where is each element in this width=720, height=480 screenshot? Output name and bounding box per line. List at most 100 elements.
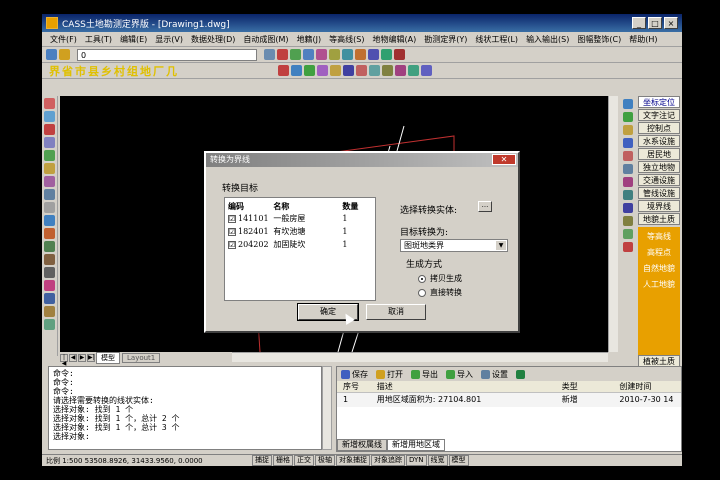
- horizontal-scrollbar[interactable]: [232, 352, 608, 362]
- measure-icon[interactable]: [355, 49, 366, 60]
- close-button[interactable]: ×: [664, 17, 678, 29]
- dialog-close-button[interactable]: ✕: [492, 154, 516, 165]
- tree-item-contour[interactable]: 等高线: [638, 229, 680, 245]
- browse-button[interactable]: ...: [478, 201, 492, 212]
- radio-copy[interactable]: [418, 274, 426, 283]
- menu-linear[interactable]: 线状工程(L): [471, 34, 522, 45]
- btn-water[interactable]: 水系设施: [638, 135, 680, 147]
- maximize-button[interactable]: □: [648, 17, 662, 29]
- nav-last[interactable]: ▶|: [87, 354, 95, 362]
- settings-tool[interactable]: 设置: [481, 369, 508, 380]
- vertical-scrollbar[interactable]: [608, 96, 618, 352]
- save-tool[interactable]: 保存: [341, 369, 368, 380]
- match-icon[interactable]: [381, 49, 392, 60]
- row-checkbox[interactable]: ☑: [228, 214, 236, 223]
- cad-char[interactable]: 市: [75, 63, 86, 79]
- move-icon[interactable]: [44, 150, 55, 161]
- select-icon[interactable]: [44, 111, 55, 122]
- export-tool[interactable]: 导出: [411, 369, 438, 380]
- tree-item-artificial[interactable]: 人工地貌: [638, 277, 680, 293]
- save-icon[interactable]: [264, 49, 275, 60]
- road-icon[interactable]: [623, 177, 633, 187]
- bulb-icon[interactable]: [59, 49, 70, 60]
- boundary-icon[interactable]: [623, 203, 633, 213]
- menu-cadastre[interactable]: 地籍(J): [293, 34, 326, 45]
- extend-icon[interactable]: [44, 241, 55, 252]
- contour-icon[interactable]: [623, 229, 633, 239]
- minimize-button[interactable]: _: [632, 17, 646, 29]
- status-polar[interactable]: 极轴: [315, 455, 335, 466]
- status-osnap[interactable]: 对象捕捉: [336, 455, 370, 466]
- erase-icon[interactable]: [394, 49, 405, 60]
- tab-ownership-line[interactable]: 新增权属线: [337, 439, 387, 451]
- menu-feature-edit[interactable]: 地物编辑(A): [369, 34, 421, 45]
- grid-icon[interactable]: [342, 49, 353, 60]
- copy-icon[interactable]: [44, 137, 55, 148]
- cad-char[interactable]: 界: [49, 63, 60, 79]
- text-note-icon[interactable]: [623, 112, 633, 122]
- terrain-icon[interactable]: [623, 216, 633, 226]
- tab-land-area[interactable]: 新增用地区域: [387, 439, 445, 451]
- redo-icon[interactable]: [329, 49, 340, 60]
- btn-transport[interactable]: 交通设施: [638, 174, 680, 186]
- layer-props-icon[interactable]: [368, 49, 379, 60]
- cad-char[interactable]: 村: [114, 63, 125, 79]
- menu-contour[interactable]: 等高线(S): [325, 34, 368, 45]
- edit-node-icon[interactable]: [304, 65, 315, 76]
- open-tool[interactable]: 打开: [376, 369, 403, 380]
- heavy-icon[interactable]: [44, 124, 55, 135]
- target-type-select[interactable]: 图斑地类界 ▼: [400, 239, 508, 252]
- feature-icon[interactable]: [623, 164, 633, 174]
- nav-first[interactable]: |◀: [60, 354, 68, 367]
- rotate-icon[interactable]: [44, 163, 55, 174]
- dimension-icon[interactable]: [408, 65, 419, 76]
- scale-icon[interactable]: [44, 176, 55, 187]
- menu-survey[interactable]: 勘测定界(Y): [420, 34, 471, 45]
- btn-landform[interactable]: 地貌土质: [638, 213, 680, 225]
- house-icon[interactable]: [623, 151, 633, 161]
- point-icon[interactable]: [382, 65, 393, 76]
- array-icon[interactable]: [44, 202, 55, 213]
- stretch-icon[interactable]: [44, 306, 55, 317]
- status-grid[interactable]: 栅格: [273, 455, 293, 466]
- lengthen-icon[interactable]: [44, 319, 55, 330]
- green-tool[interactable]: [516, 369, 527, 379]
- fill-icon[interactable]: [317, 65, 328, 76]
- import-tool[interactable]: 导入: [446, 369, 473, 380]
- undo-icon[interactable]: [316, 49, 327, 60]
- zoom-icon[interactable]: [290, 49, 301, 60]
- btn-independent-feature[interactable]: 独立地物: [638, 161, 680, 173]
- menu-io[interactable]: 输入输出(S): [522, 34, 573, 45]
- list-item[interactable]: ☑ 182401 有坎池塘 1: [228, 225, 372, 238]
- hatch-icon[interactable]: [343, 65, 354, 76]
- list-item[interactable]: ☑ 141101 一般房屋 1: [228, 212, 372, 225]
- radio-copy-option[interactable]: 拷贝生成: [418, 273, 462, 284]
- status-model[interactable]: 模型: [448, 455, 469, 466]
- cad-char[interactable]: 组: [127, 63, 138, 79]
- radio-direct-option[interactable]: 直接转换: [418, 287, 462, 298]
- nav-prev[interactable]: ◀: [69, 354, 77, 362]
- layer-select[interactable]: 0: [77, 48, 257, 61]
- menu-view[interactable]: 显示(V): [151, 34, 187, 45]
- node-icon[interactable]: [291, 65, 302, 76]
- btn-control-point[interactable]: 控制点: [638, 122, 680, 134]
- row-checkbox[interactable]: ☑: [228, 240, 236, 249]
- tree-item-elevation[interactable]: 高程点: [638, 245, 680, 261]
- explode-icon[interactable]: [44, 293, 55, 304]
- pen-icon[interactable]: [44, 98, 55, 109]
- delete-icon[interactable]: [623, 242, 633, 252]
- close-x-icon[interactable]: [278, 65, 289, 76]
- menu-edit[interactable]: 编辑(E): [116, 34, 151, 45]
- arc-icon[interactable]: [369, 65, 380, 76]
- line-icon[interactable]: [356, 65, 367, 76]
- command-window[interactable]: 命令: 命令: 命令: 请选择需要转换的线状实体: 选择对象: 找到 1 个 选…: [48, 366, 322, 450]
- offset-icon[interactable]: [44, 215, 55, 226]
- list-item[interactable]: ☑ 204202 加固陡坎 1: [228, 238, 372, 251]
- cancel-button[interactable]: 取消: [366, 304, 426, 320]
- btn-coord-locate[interactable]: 坐标定位: [638, 96, 680, 108]
- pipe-icon[interactable]: [623, 190, 633, 200]
- row-checkbox[interactable]: ☑: [228, 227, 236, 236]
- polyline-icon[interactable]: [395, 65, 406, 76]
- nav-next[interactable]: ▶: [78, 354, 86, 362]
- cad-char[interactable]: 地: [140, 63, 151, 79]
